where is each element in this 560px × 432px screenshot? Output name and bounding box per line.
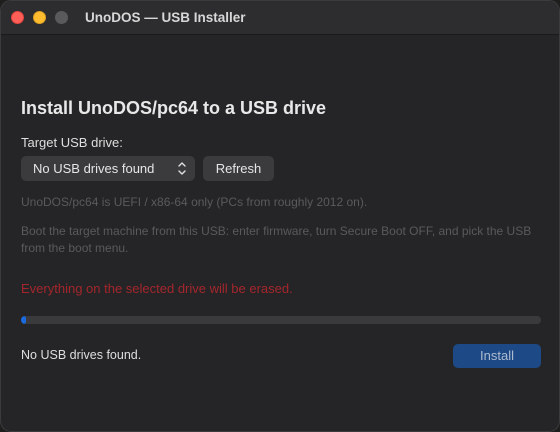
usb-drive-select[interactable]: No USB drives found [21, 156, 195, 181]
close-button[interactable] [11, 11, 24, 24]
window-title: UnoDOS — USB Installer [85, 10, 246, 25]
page-title: Install UnoDOS/pc64 to a USB drive [21, 98, 327, 118]
zoom-button[interactable] [55, 11, 68, 24]
usb-drive-select-value: No USB drives found [33, 161, 155, 176]
chevron-up-down-icon [178, 162, 186, 175]
refresh-button[interactable]: Refresh [203, 156, 274, 181]
installer-window: UnoDOS — USB Installer Install UnoDOS/pc… [0, 0, 560, 432]
erase-warning: Everything on the selected drive will be… [21, 281, 293, 296]
boot-instructions: Boot the target machine from this USB: e… [21, 224, 532, 255]
arch-note: UnoDOS/pc64 is UEFI / x86-64 only (PCs f… [21, 195, 368, 209]
progress-fill [21, 316, 27, 324]
progress-bar [21, 316, 541, 324]
target-drive-label: Target USB drive: [21, 135, 123, 150]
install-button[interactable]: Install [453, 344, 541, 368]
title-bar: UnoDOS — USB Installer [1, 1, 559, 35]
status-text: No USB drives found. [21, 348, 142, 362]
minimize-button[interactable] [33, 11, 46, 24]
